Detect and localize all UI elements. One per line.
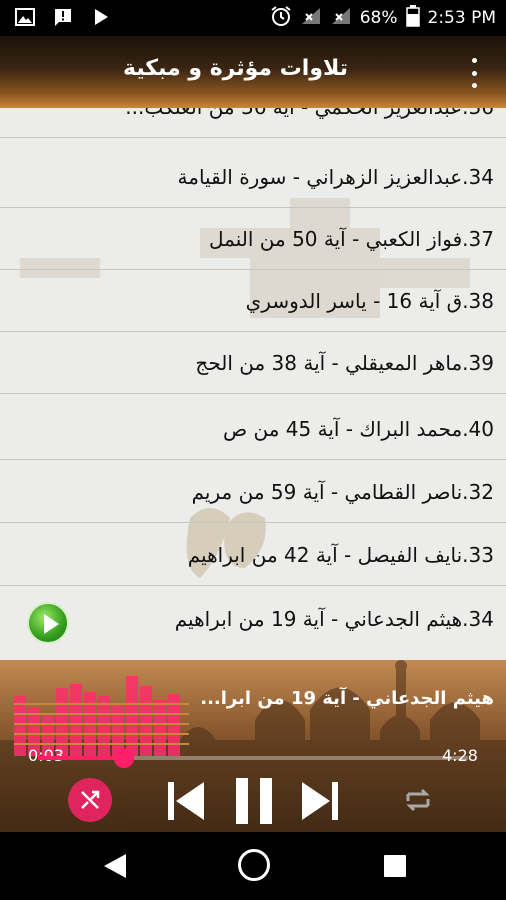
status-bar: 68% 2:53 PM [0, 0, 506, 36]
list-item[interactable]: 36.عبدالعزيز الحكمي - آية 36 من العنكب..… [0, 108, 506, 138]
alert-icon [52, 6, 74, 28]
list-item[interactable]: 33.نايف الفيصل - آية 42 من ابراهيم [0, 524, 506, 586]
back-button[interactable] [102, 852, 128, 880]
signal-icon [300, 6, 322, 31]
list-item[interactable]: 39.ماهر المعيقلي - آية 38 من الحج [0, 332, 506, 394]
image-icon [14, 6, 36, 28]
battery-level: 68% [359, 8, 398, 28]
previous-button[interactable] [168, 780, 206, 822]
next-button[interactable] [300, 780, 338, 822]
list-item[interactable]: 38.ق آية 16 - ياسر الدوسري [0, 270, 506, 332]
play-icon [90, 6, 112, 28]
shuffle-icon [81, 790, 100, 809]
clock: 2:53 PM [427, 8, 497, 28]
track-title: 38.ق آية 16 - ياسر الدوسري [245, 289, 494, 313]
overflow-menu-icon[interactable] [464, 58, 484, 88]
app-title: تلاوات مؤثرة و مبكية [122, 56, 348, 81]
signal-icon [330, 6, 352, 31]
notification-icons [14, 6, 112, 28]
list-item[interactable]: 40.محمد البراك - آية 45 من ص [0, 398, 506, 460]
track-title: 37.فواز الكعبي - آية 50 من النمل [209, 227, 494, 251]
playlist[interactable]: 36.عبدالعزيز الحكمي - آية 36 من العنكب..… [0, 108, 506, 660]
track-title: 34.هيثم الجدعاني - آية 19 من ابراهيم [174, 607, 494, 631]
skip-previous-icon [168, 782, 204, 820]
playing-indicator-icon[interactable] [27, 602, 69, 644]
skip-next-icon [302, 782, 338, 820]
track-title: 32.ناصر القطامي - آية 59 من مريم [191, 480, 494, 504]
track-title: 33.نايف الفيصل - آية 42 من ابراهيم [187, 543, 494, 567]
list-item[interactable]: 34.عبدالعزيز الزهراني - سورة القيامة [0, 146, 506, 208]
repeat-icon [406, 788, 430, 812]
player-panel: هيثم الجدعاني - آية 19 من ابرا... 0:03 4… [0, 660, 506, 832]
track-title: 40.محمد البراك - آية 45 من ص [222, 417, 494, 441]
list-item[interactable]: 37.فواز الكعبي - آية 50 من النمل [0, 208, 506, 270]
track-title: 39.ماهر المعيقلي - آية 38 من الحج [195, 351, 494, 375]
track-title: 34.عبدالعزيز الزهراني - سورة القيامة [177, 165, 494, 189]
repeat-button[interactable] [402, 784, 434, 816]
seek-bar[interactable] [38, 748, 468, 768]
navigation-bar [0, 832, 506, 900]
seek-progress [38, 756, 124, 760]
now-playing-title: هيثم الجدعاني - آية 19 من ابرا... [200, 688, 494, 709]
shuffle-button[interactable] [68, 778, 112, 822]
alarm-icon [270, 5, 292, 32]
list-item[interactable]: 32.ناصر القطامي - آية 59 من مريم [0, 461, 506, 523]
home-icon[interactable] [238, 849, 270, 881]
app-bar: تلاوات مؤثرة و مبكية [0, 36, 506, 108]
pause-button[interactable] [236, 778, 272, 824]
recents-icon[interactable] [384, 855, 406, 877]
pause-icon [236, 778, 272, 824]
battery-icon [405, 4, 420, 32]
system-icons: 68% 2:53 PM [270, 0, 496, 36]
back-icon [104, 854, 126, 878]
equalizer-visualizer [14, 676, 189, 756]
track-title: 36.عبدالعزيز الحكمي - آية 36 من العنكب..… [125, 108, 494, 138]
list-item-playing[interactable]: 34.هيثم الجدعاني - آية 19 من ابراهيم [0, 588, 506, 650]
seek-thumb[interactable] [114, 748, 134, 768]
